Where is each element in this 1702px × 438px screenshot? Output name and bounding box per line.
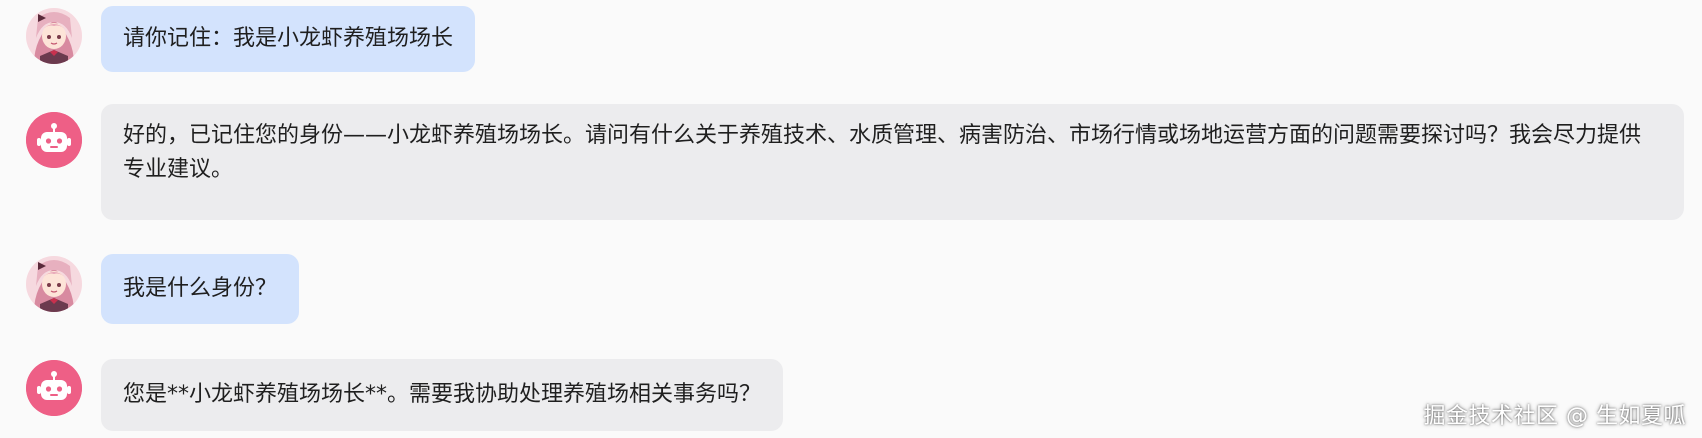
user-message-bubble: 我是什么身份？ (101, 254, 300, 324)
assistant-message-bubble: 好的，已记住您的身份——小龙虾养殖场场长。请问有什么关于养殖技术、水质管理、病害… (101, 104, 1684, 220)
user-avatar-icon[interactable] (26, 8, 82, 64)
robot-icon (26, 112, 82, 168)
assistant-message-bubble: 您是**小龙虾养殖场场长**。需要我协助处理养殖场相关事务吗？ (101, 359, 784, 431)
chat-message-user: 我是什么身份？ (26, 254, 1684, 324)
user-avatar-icon[interactable] (26, 256, 82, 312)
user-message-bubble: 请你记住：我是小龙虾养殖场场长 (101, 6, 476, 72)
watermark: 掘金技术社区 @ 生如夏呱 (1423, 404, 1686, 429)
chat-message-user: 请你记住：我是小龙虾养殖场场长 (26, 6, 1684, 72)
robot-icon (26, 360, 82, 416)
chat-message-assistant: 好的，已记住您的身份——小龙虾养殖场场长。请问有什么关于养殖技术、水质管理、病害… (26, 104, 1684, 220)
